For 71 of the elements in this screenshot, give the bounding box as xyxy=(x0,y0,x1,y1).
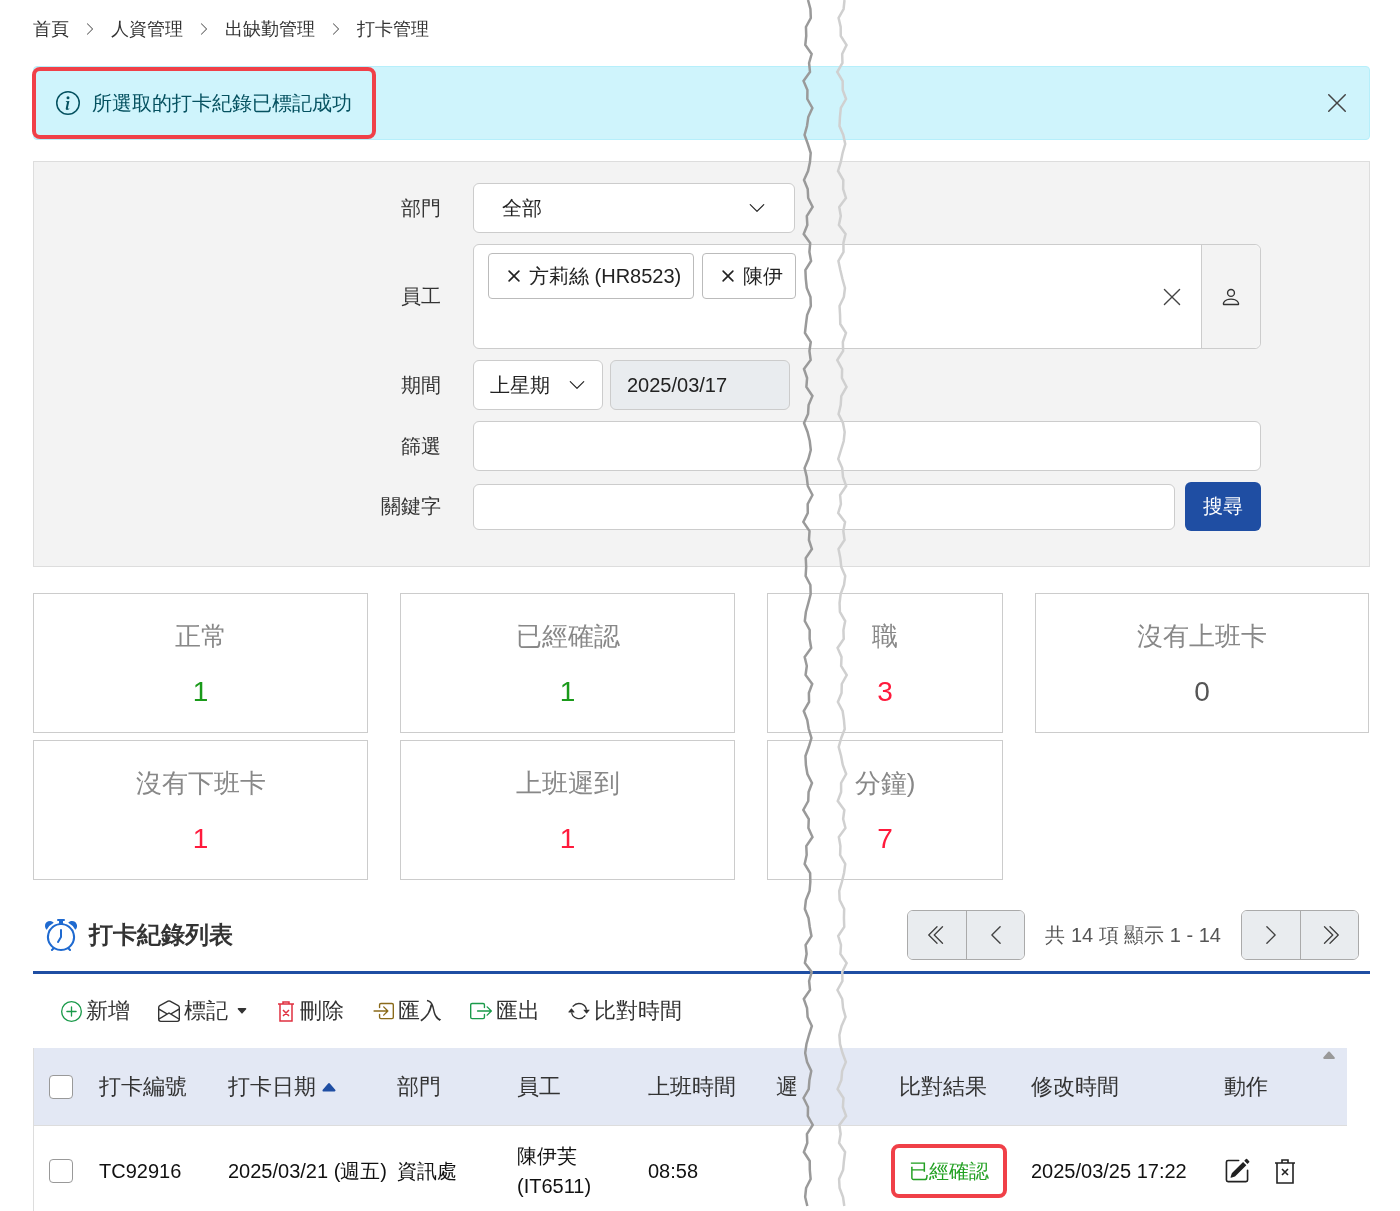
stat-value: 1 xyxy=(192,822,209,855)
stat-value: 1 xyxy=(559,675,576,708)
column-header[interactable]: 修改時間 xyxy=(1031,1071,1119,1102)
column-header[interactable]: 員工 xyxy=(517,1071,561,1102)
select-all-checkbox[interactable] xyxy=(49,1074,73,1099)
stat-value: 1 xyxy=(192,675,209,708)
field-label: 篩選 xyxy=(400,433,441,459)
add-button[interactable]: 新增 xyxy=(61,996,130,1026)
table-cell-text: 2025/03/25 17:22 xyxy=(1031,1159,1188,1184)
close-button[interactable] xyxy=(1325,91,1349,115)
breadcrumb-item[interactable]: 首頁 xyxy=(33,16,69,41)
row-checkbox[interactable] xyxy=(49,1159,73,1183)
column-header[interactable]: 部門 xyxy=(397,1071,441,1102)
stat-label: 分鐘) xyxy=(854,766,916,800)
field-label: 關鍵字 xyxy=(380,494,441,519)
stat-label: 沒有上班卡 xyxy=(1137,619,1267,653)
pagination-summary: 共 14 項 顯示 1 - 14 xyxy=(1044,922,1222,948)
breadcrumb-item: 打卡管理 xyxy=(357,17,429,41)
stat-label: 上班遲到 xyxy=(515,766,620,800)
stat-value: 0 xyxy=(1194,675,1210,708)
envelope-open-icon xyxy=(158,1000,180,1022)
stat-value: 1 xyxy=(559,822,576,855)
first-page-button[interactable] xyxy=(908,911,967,959)
stat-value: 3 xyxy=(877,675,893,708)
alert-message: 所選取的打卡紀錄已標記成功 xyxy=(92,90,352,116)
column-header[interactable]: 遲 xyxy=(776,1071,798,1102)
stat-label: 正常 xyxy=(174,619,227,653)
mark-button[interactable]: 標記 xyxy=(158,996,248,1026)
stat-label: 沒有下班卡 xyxy=(135,766,266,800)
keyword-field[interactable] xyxy=(473,483,1175,530)
field-label: 部門 xyxy=(400,195,441,221)
stat-value: 7 xyxy=(877,822,893,855)
field-label: 員工 xyxy=(400,284,441,309)
import-button[interactable]: 匯入 xyxy=(372,996,442,1026)
breadcrumb-item[interactable]: 出缺勤管理 xyxy=(225,16,315,41)
section-title: 打卡紀錄列表 xyxy=(89,920,233,950)
compare-button[interactable]: 比對時間 xyxy=(568,996,682,1026)
table-cell-text: 08:58 xyxy=(648,1159,700,1184)
alarm-clock-icon xyxy=(45,919,77,951)
delete-button[interactable] xyxy=(1274,1158,1296,1184)
table-cell-text: 陳伊芙 (IT6511) xyxy=(517,1144,593,1199)
table-cell-text: 2025/03/21 (週五) xyxy=(228,1159,388,1184)
column-header[interactable]: 上班時間 xyxy=(648,1071,736,1102)
filter-field[interactable] xyxy=(473,421,1261,471)
status-text: 已經確認 xyxy=(891,1143,1007,1198)
employee-field[interactable]: 方莉絲 (HR8523) 陳伊 xyxy=(473,244,1261,349)
column-header[interactable]: 打卡日期 xyxy=(228,1071,316,1102)
period-select[interactable]: 上星期 xyxy=(473,360,603,410)
arrow-out-of-box-icon xyxy=(470,1000,492,1022)
export-button[interactable]: 匯出 xyxy=(470,996,540,1026)
last-page-button[interactable] xyxy=(1300,911,1358,959)
search-button[interactable]: 搜尋 xyxy=(1185,482,1261,531)
stat-label: 職 xyxy=(872,619,898,653)
edit-button[interactable] xyxy=(1224,1158,1250,1184)
stat-label: 已經確認 xyxy=(515,619,620,653)
delete-button[interactable]: 刪除 xyxy=(276,996,344,1026)
column-header[interactable]: 打卡編號 xyxy=(99,1071,187,1102)
breadcrumb-item[interactable]: 人資管理 xyxy=(111,16,183,41)
employee-tag[interactable]: 陳伊 xyxy=(702,253,797,299)
employee-tag[interactable]: 方莉絲 (HR8523) xyxy=(488,253,695,299)
trash-x-icon xyxy=(276,1000,296,1022)
table-cell-text: 資訊處 xyxy=(397,1159,458,1184)
department-select[interactable]: 全部 xyxy=(473,183,795,233)
column-header[interactable]: 比對結果 xyxy=(899,1071,987,1102)
refresh-icon xyxy=(568,1000,590,1022)
date-field[interactable]: 2025/03/17 xyxy=(610,360,790,410)
info-icon xyxy=(56,91,80,115)
column-header[interactable]: 動作 xyxy=(1224,1071,1268,1102)
table-cell-text: TC92916 xyxy=(99,1159,183,1184)
arrow-into-box-icon xyxy=(372,1000,394,1022)
field-label: 期間 xyxy=(400,372,441,398)
